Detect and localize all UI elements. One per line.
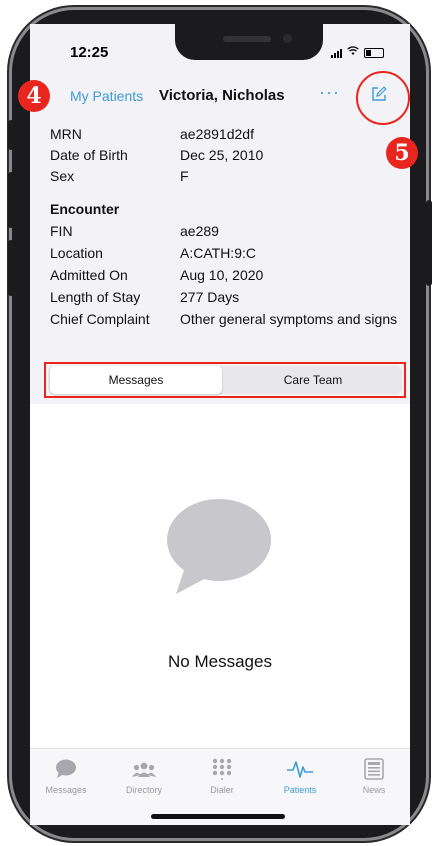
info-label: FIN [50, 223, 73, 239]
tab-label: Messages [45, 785, 87, 795]
tab-dialer[interactable]: Dialer [192, 757, 252, 795]
info-label: Location [50, 245, 103, 261]
status-time: 12:25 [70, 44, 109, 61]
tab-label: Patients [283, 785, 317, 795]
navigation-bar: My Patients Victoria, Nicholas ··· [30, 68, 410, 120]
patient-info-panel: MRN ae2891d2df Date of Birth Dec 25, 201… [30, 120, 410, 360]
heartbeat-icon [270, 757, 330, 781]
patient-name-title: Victoria, Nicholas [159, 87, 285, 104]
chat-bubble-icon [36, 757, 96, 781]
signal-icon [331, 48, 342, 58]
people-icon [114, 757, 174, 781]
info-value: Aug 10, 2020 [180, 267, 264, 283]
info-value: Dec 25, 2010 [180, 147, 264, 163]
info-value: 277 Days [180, 289, 240, 305]
battery-icon [364, 47, 384, 58]
tab-news[interactable]: News [344, 757, 404, 795]
tab-label: Dialer [210, 785, 234, 795]
tab-patients[interactable]: Patients [270, 757, 330, 795]
no-messages-text: No Messages [168, 652, 272, 671]
annotation-highlight-segment [44, 362, 406, 398]
wifi-icon [347, 46, 359, 59]
info-label: Chief Complaint [50, 311, 150, 327]
annotation-circle-compose [356, 71, 410, 125]
front-camera [283, 34, 292, 43]
news-icon [344, 757, 404, 781]
annotation-step-4: 4 [18, 80, 50, 112]
status-icons [331, 46, 384, 59]
more-options-button[interactable]: ··· [319, 82, 340, 103]
info-value: Other general symptoms and signs [180, 311, 398, 327]
info-value: A:CATH:9:C [180, 245, 256, 261]
info-label: MRN [50, 126, 82, 142]
tab-messages[interactable]: Messages [36, 757, 96, 795]
keypad-icon [192, 757, 252, 781]
phone-notch [175, 24, 323, 60]
encounter-heading: Encounter [50, 201, 120, 217]
side-button [426, 200, 432, 286]
tab-label: Directory [125, 785, 162, 795]
tab-label: News [362, 785, 386, 795]
tab-directory[interactable]: Directory [114, 757, 174, 795]
home-indicator [151, 814, 285, 819]
info-label: Date of Birth [50, 147, 128, 163]
annotation-step-5: 5 [386, 137, 418, 169]
info-label: Sex [50, 168, 75, 184]
info-value: ae2891d2df [180, 126, 254, 142]
info-value: F [180, 168, 189, 184]
side-button [8, 120, 14, 150]
info-label: Admitted On [50, 267, 128, 283]
side-button [8, 172, 14, 228]
speaker-grille [223, 36, 271, 42]
info-value: ae289 [180, 223, 219, 239]
empty-chat-bubble-icon [167, 499, 271, 594]
side-button [8, 240, 14, 296]
back-to-my-patients-link[interactable]: My Patients [70, 88, 143, 104]
info-label: Length of Stay [50, 289, 141, 305]
